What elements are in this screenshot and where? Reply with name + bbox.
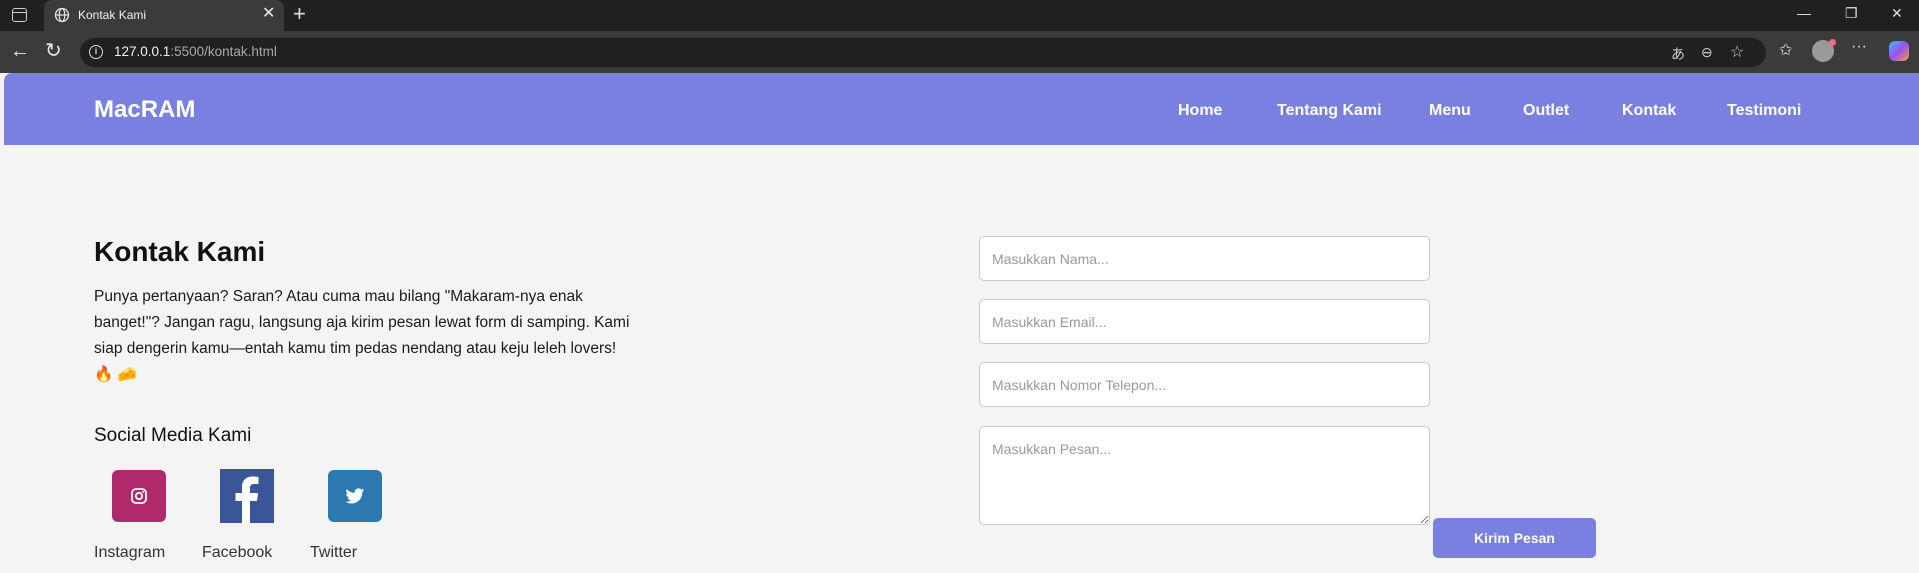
url-path: :5500/kontak.html [170,44,277,59]
favorites-icon[interactable]: ✩ [1779,40,1792,60]
nav-outlet[interactable]: Outlet [1523,102,1569,120]
read-aloud-icon[interactable]: あ [1671,44,1685,64]
tab-title: Kontak Kami [78,8,147,22]
site-info-icon[interactable]: i [89,45,103,59]
tab-close-icon[interactable]: ✕ [262,6,275,22]
more-menu-icon[interactable]: ··· [1851,38,1867,56]
browser-tabbar: Kontak Kami ✕ + — ❐ ✕ [0,0,1919,31]
intro-text: Punya pertanyaan? Saran? Atau cuma mau b… [94,288,630,383]
nav-testimoni[interactable]: Testimoni [1727,102,1801,120]
nav-menu[interactable]: Menu [1429,102,1471,120]
facebook-label[interactable]: Facebook [202,544,272,562]
name-field[interactable] [979,236,1430,281]
reload-icon[interactable]: ↻ [45,41,62,61]
nav-tentang-kami[interactable]: Tentang Kami [1277,102,1382,120]
phone-field[interactable] [979,362,1430,407]
nav-home[interactable]: Home [1178,102,1222,120]
browser-toolbar: ← ↻ i 127.0.0.1:5500/kontak.html あ ⊖ ☆ ✩… [0,31,1919,73]
instagram-icon[interactable] [112,470,166,522]
twitter-icon[interactable] [328,470,382,522]
restore-icon[interactable]: ❐ [1845,6,1858,20]
nav-kontak[interactable]: Kontak [1622,102,1676,120]
copilot-icon[interactable] [1889,41,1909,61]
send-message-button[interactable]: Kirim Pesan [1433,518,1596,558]
minimize-icon[interactable]: — [1797,6,1811,20]
favorite-star-icon[interactable]: ☆ [1730,42,1744,62]
browser-tab[interactable]: Kontak Kami ✕ [44,0,284,31]
site-logo[interactable]: MacRAM [94,96,195,124]
url-text[interactable]: 127.0.0.1:5500/kontak.html [114,44,277,59]
tab-actions-icon[interactable] [12,8,27,22]
site-navbar: MacRAM Home Tentang Kami Menu Outlet Kon… [4,73,1919,145]
address-bar[interactable]: i 127.0.0.1:5500/kontak.html あ ⊖ ☆ [80,38,1766,67]
profile-avatar[interactable] [1812,39,1836,62]
facebook-icon[interactable] [220,469,274,523]
email-field[interactable] [979,299,1430,344]
globe-icon [54,7,70,23]
web-page: MacRAM Home Tentang Kami Menu Outlet Kon… [4,73,1919,573]
new-tab-icon[interactable]: + [293,3,306,25]
message-field[interactable] [979,426,1430,525]
window-close-icon[interactable]: ✕ [1891,6,1903,20]
page-title: Kontak Kami [94,236,266,267]
back-icon[interactable]: ← [10,41,30,61]
social-media-title: Social Media Kami [94,425,252,446]
twitter-label[interactable]: Twitter [310,544,357,562]
url-host: 127.0.0.1 [114,44,171,59]
instagram-label[interactable]: Instagram [94,544,165,562]
zoom-icon[interactable]: ⊖ [1701,44,1713,61]
